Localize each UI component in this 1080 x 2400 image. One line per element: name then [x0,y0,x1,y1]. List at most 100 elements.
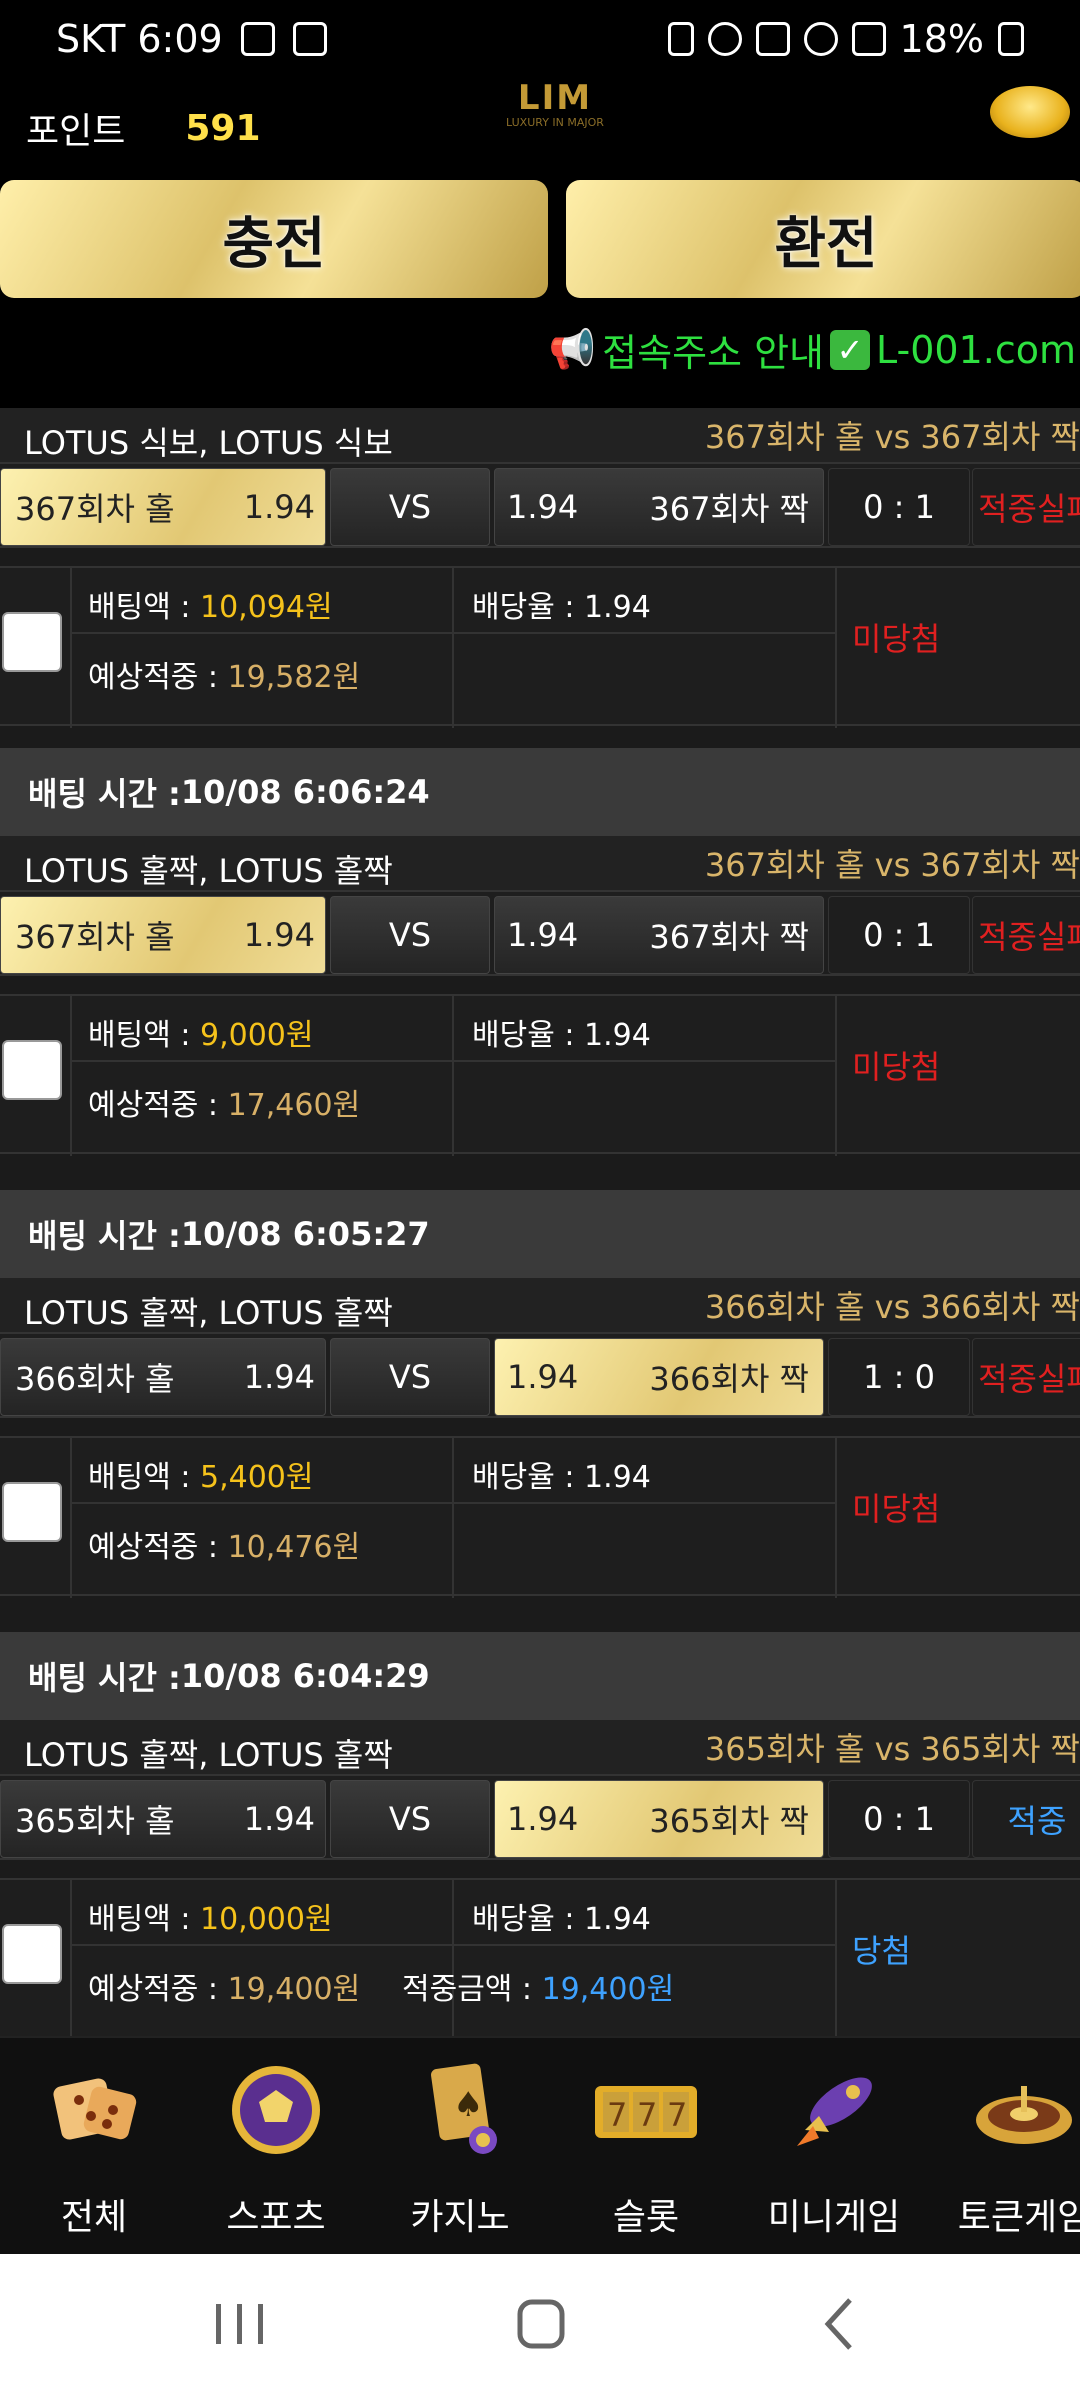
nav-item-3[interactable]: 7 7 7 슬롯 [552,2038,740,2256]
logo-text: LIM [517,78,593,118]
bet-amount-value: 10,000원 [199,1902,333,1937]
bet-item: 배팅 시간 : 10/08 6:06:24 LOTUS 홀짝, LOTUS 홀짝 3… [0,748,1080,1156]
odds-label: 배당율 : [472,1902,584,1937]
home-pick[interactable]: 365회차 홀 1.94 [0,1780,326,1858]
bottom-nav: 전체 스포츠 ♠ 카지노 7 7 7 슬롯 미니게임 토큰게임 [0,2036,1080,2254]
bet-time-value: 10/08 6:05:27 [180,1215,430,1253]
game-round: 367회차 홀 vs 367회차 짝 [704,846,1080,884]
nav-item-5[interactable]: 토큰게임 [930,2038,1080,2256]
away-pick-odds: 1.94 [507,488,579,526]
away-pick[interactable]: 1.94 367회차 짝 [494,896,824,974]
game-name: LOTUS 홀짝, LOTUS 홀짝 [24,852,393,890]
home-pick-name: 367회차 홀 [15,918,175,956]
away-pick-name: 365회차 짝 [649,1802,809,1840]
win-amount: 적중금액 : 19,400원 [402,1964,674,2008]
score-cell: 0 : 1 [828,468,970,546]
rocket-icon [779,2060,889,2160]
bet-amount-value: 9,000원 [199,1018,314,1053]
bet-odds: 배당율 : 1.94 [472,582,651,626]
away-pick[interactable]: 1.94 365회차 짝 [494,1780,824,1858]
home-pick-name: 367회차 홀 [15,490,175,528]
home-pick-odds: 1.94 [243,1800,315,1838]
game-name: LOTUS 식보, LOTUS 식보 [24,424,393,462]
win-amount-value: 19,400원 [541,1972,675,2007]
bet-amount: 배팅액 : 9,000원 [88,1010,313,1054]
bet-item: 배팅 시간 : 10/08 6:05:27 LOTUS 홀짝, LOTUS 홀짝 3… [0,1190,1080,1598]
home-pick[interactable]: 367회차 홀 1.94 [0,468,326,546]
back-icon[interactable] [800,2294,880,2354]
select-checkbox[interactable] [2,1482,62,1542]
expected-win: 예상적중 : 19,582원 [88,652,360,696]
home-pick[interactable]: 366회차 홀 1.94 [0,1338,326,1416]
charge-button[interactable]: 충전 [0,180,548,298]
points-label: 포인트 [26,111,126,152]
nav-label: 슬롯 [612,2197,680,2238]
nav-label: 미니게임 [767,2197,901,2238]
notice-url[interactable]: L-001.com [876,328,1076,372]
bet-time-label: 배팅 시간 : [28,1659,181,1697]
bet-amount-label: 배팅액 : [88,1460,200,1495]
win-status: 미당첨 [852,1490,941,1528]
nav-item-2[interactable]: ♠ 카지노 [366,2038,554,2256]
away-pick[interactable]: 1.94 366회차 짝 [494,1338,824,1416]
select-checkbox[interactable] [2,1040,62,1100]
bet-detail: 배팅액 : 10,000원 배당율 : 1.94 예상적중 : 19,400원 적중금… [0,1878,1080,2036]
game-round: 365회차 홀 vs 365회차 짝 [704,1730,1080,1768]
win-amount-label: 적중금액 : [402,1972,542,2007]
cards-icon: ♠ [405,2060,515,2160]
nav-item-1[interactable]: 스포츠 [182,2038,370,2256]
coin-icon[interactable] [990,86,1070,138]
result-text: 적중실패 [978,918,1080,956]
points-display: 포인트 591 [26,102,261,154]
bet-time-bar: 배팅 시간 : 10/08 6:05:27 [0,1190,1080,1278]
result-cell: 적중실패 [972,468,1080,546]
bet-amount: 배팅액 : 10,094원 [88,582,333,626]
select-checkbox[interactable] [2,1924,62,1984]
vs-cell: VS [330,468,490,546]
result-text: 적중실패 [978,1360,1080,1398]
bet-odds: 배당율 : 1.94 [472,1894,651,1938]
game-header: LOTUS 홀짝, LOTUS 홀짝 366회차 홀 vs 366회차 짝 [0,1278,1080,1334]
nav-label: 전체 [60,2197,128,2238]
nav-label: 토큰게임 [957,2197,1080,2238]
bet-detail: 배팅액 : 9,000원 배당율 : 1.94 예상적중 : 17,460원 미당첨 [0,994,1080,1156]
nav-item-4[interactable]: 미니게임 [740,2038,928,2256]
expected-win-value: 10,476원 [227,1530,361,1565]
exchange-button[interactable]: 환전 [566,180,1080,298]
expected-win: 예상적중 : 10,476원 [88,1522,360,1566]
bet-history-list[interactable]: LOTUS 식보, LOTUS 식보 367회차 홀 vs 367회차 짝 367회… [0,408,1080,2036]
score-cell: 0 : 1 [828,1780,970,1858]
expected-win-label: 예상적중 : [88,1088,228,1123]
nav-item-0[interactable]: 전체 [0,2038,188,2256]
wifi-icon [803,22,838,56]
win-status: 미당첨 [852,620,941,658]
bet-time-value: 10/08 6:04:29 [180,1657,430,1695]
home-pick-odds: 1.94 [243,916,315,954]
roulette-icon [969,2060,1079,2160]
bet-amount-label: 배팅액 : [88,590,200,625]
dice-icon [39,2060,149,2160]
pick-row: 367회차 홀 1.94 VS 1.94 367회차 짝 0 : 1적중실패 [0,892,1080,976]
nav-label: 카지노 [410,2197,510,2238]
pick-row: 365회차 홀 1.94 VS 1.94 365회차 짝 0 : 1 적중 [0,1776,1080,1860]
odds-value: 1.94 [583,590,651,625]
away-pick-name: 367회차 짝 [649,490,809,528]
site-logo[interactable]: LIM LUXURY IN MAJOR [470,78,640,148]
result-text: 적중 [1007,1802,1067,1840]
away-pick-odds: 1.94 [507,1358,579,1396]
system-nav-bar [0,2254,1080,2400]
carrier-time: SKT 6:09 [56,17,223,61]
battery-percent: 18% [899,17,984,61]
notice-banner[interactable]: 📢 접속주소 안내 ✓ L-001.com [549,322,1076,377]
odds-value: 1.94 [583,1902,651,1937]
select-checkbox[interactable] [2,612,62,672]
odds-label: 배당율 : [472,590,584,625]
recent-apps-icon[interactable] [200,2294,280,2354]
odds-label: 배당율 : [472,1018,584,1053]
home-icon[interactable] [500,2294,580,2354]
away-pick[interactable]: 1.94 367회차 짝 [494,468,824,546]
home-pick[interactable]: 367회차 홀 1.94 [0,896,326,974]
slot-777-icon: 777 [591,2060,701,2160]
status-bar: SKT 6:09 18% [0,0,1080,78]
game-header: LOTUS 식보, LOTUS 식보 367회차 홀 vs 367회차 짝 [0,408,1080,464]
